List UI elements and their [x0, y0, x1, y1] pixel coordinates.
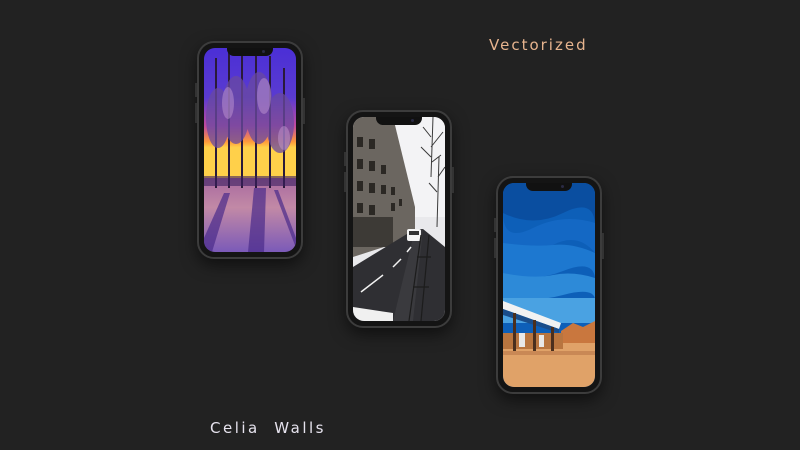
- brand-label: Celia Walls: [210, 419, 326, 437]
- phone-side-button: [494, 218, 496, 232]
- phone-side-button: [494, 238, 496, 258]
- phone-side-button: [602, 233, 604, 259]
- wallpaper-city-street: [353, 117, 445, 321]
- wallpaper-snowy-forest-sunset: [204, 48, 296, 252]
- phone-notch: [376, 117, 422, 125]
- wallpaper-gas-station: [503, 183, 595, 387]
- phone-side-button: [452, 167, 454, 193]
- phone-notch: [227, 48, 273, 56]
- phone-mockup-2: [344, 110, 454, 328]
- vectorized-label: Vectorized: [489, 36, 588, 54]
- phone-mockup-3: [494, 176, 604, 394]
- phone-side-button: [195, 83, 197, 97]
- phone-side-button: [195, 103, 197, 123]
- phone-side-button: [303, 98, 305, 124]
- phone-mockup-1: [195, 41, 305, 259]
- phone-side-button: [344, 172, 346, 192]
- phone-notch: [526, 183, 572, 191]
- phone-side-button: [344, 152, 346, 166]
